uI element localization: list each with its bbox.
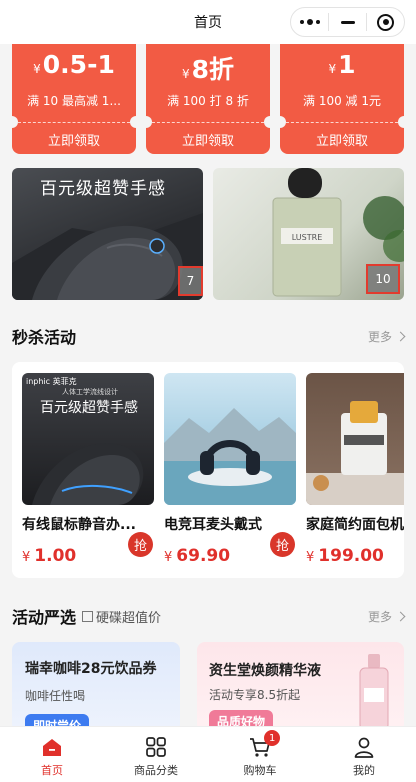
activity-subtitle: 咖啡任性喝 bbox=[25, 689, 86, 703]
product-name: 电竞耳麦头戴式 bbox=[164, 517, 262, 533]
product-card[interactable]: 家庭简约面包机 ¥199.00 bbox=[306, 373, 404, 566]
activity-header: 活动严选 硬碟超值价 更多 bbox=[12, 604, 406, 628]
claim-coupon-button[interactable]: 立即领取 bbox=[280, 130, 404, 149]
coupon-currency: ¥ bbox=[328, 62, 337, 76]
minimize-button[interactable] bbox=[329, 8, 366, 36]
tab-profile[interactable]: 我的 bbox=[312, 727, 416, 782]
bottom-tab-bar: 首页 商品分类 1 购物车 我的 bbox=[0, 726, 416, 782]
image-brand: inphic 英菲克 bbox=[26, 377, 77, 386]
coupon-value: 1 bbox=[338, 50, 356, 79]
banner-count-badge: 10 bbox=[366, 264, 400, 294]
price-value: 69.90 bbox=[176, 546, 231, 566]
coupon-value: 0.5-1 bbox=[42, 50, 115, 79]
coupon-card[interactable]: ¥0.5-1 满 10 最高减 1... 立即领取 bbox=[12, 44, 136, 154]
more-menu-button[interactable] bbox=[291, 8, 328, 36]
grab-button[interactable]: 抢 bbox=[270, 532, 295, 557]
coupon-condition: 满 10 最高减 1... bbox=[27, 94, 121, 108]
tab-label: 首页 bbox=[41, 764, 63, 777]
product-image: inphic 英菲克 人体工学流线设计 百元级超赞手感 bbox=[22, 373, 154, 505]
flash-sale-header: 秒杀活动 更多 bbox=[12, 324, 406, 348]
activity-card[interactable]: 资生堂焕颜精华液 活动专享8.5折起 品质好物 bbox=[197, 642, 404, 732]
grab-button[interactable]: 抢 bbox=[128, 532, 153, 557]
activity-card[interactable]: 瑞幸咖啡28元饮品券 咖啡任性喝 即时尝价 bbox=[12, 642, 180, 732]
user-icon bbox=[354, 737, 374, 758]
close-target-icon bbox=[377, 13, 394, 31]
tab-cart[interactable]: 1 购物车 bbox=[208, 727, 312, 782]
tab-home[interactable]: 首页 bbox=[0, 727, 104, 782]
checkbox-square-icon bbox=[82, 610, 94, 622]
claim-coupon-button[interactable]: 立即领取 bbox=[12, 130, 136, 149]
coupon-card[interactable]: ¥1 满 100 减 1元 立即领取 bbox=[280, 44, 404, 154]
price-currency: ¥ bbox=[22, 550, 31, 565]
banner-caption: 百元级超赞手感 bbox=[40, 179, 166, 199]
coupon-condition: 满 100 减 1元 bbox=[303, 94, 381, 108]
coupon-card[interactable]: ¥8折 满 100 打 8 折 立即领取 bbox=[146, 44, 270, 154]
chevron-right-icon bbox=[395, 331, 406, 341]
tab-label: 商品分类 bbox=[134, 764, 178, 777]
tab-categories[interactable]: 商品分类 bbox=[104, 727, 208, 782]
mouse-banner[interactable]: 百元级超赞手感 7 bbox=[12, 168, 203, 300]
activity-title: 资生堂焕颜精华液 bbox=[209, 663, 321, 679]
top-nav-bar: 首页 bbox=[0, 0, 416, 44]
price-value: 1.00 bbox=[34, 546, 77, 566]
activity-more-link[interactable]: 更多 bbox=[367, 608, 406, 625]
price-value: 199.00 bbox=[318, 546, 384, 566]
flash-sale-more-link[interactable]: 更多 bbox=[367, 328, 406, 345]
svg-text:LUSTRE: LUSTRE bbox=[292, 233, 323, 242]
product-name: 家庭简约面包机 bbox=[306, 517, 404, 533]
section-subtitle: 硬碟超值价 bbox=[82, 607, 161, 626]
activity-subtitle: 活动专享8.5折起 bbox=[209, 688, 301, 702]
more-label: 更多 bbox=[367, 329, 392, 344]
close-app-button[interactable] bbox=[367, 8, 404, 36]
product-name: 有线鼠标静音办... bbox=[22, 517, 136, 533]
product-price: ¥199.00 bbox=[306, 546, 404, 566]
coupon-value: 8折 bbox=[191, 55, 235, 84]
coupon-currency: ¥ bbox=[181, 67, 190, 81]
mini-program-capsule bbox=[290, 7, 405, 37]
section-title: 活动严选 bbox=[12, 608, 77, 627]
chevron-right-icon bbox=[395, 611, 406, 621]
tab-label: 购物车 bbox=[243, 764, 277, 777]
coupon-condition: 满 100 打 8 折 bbox=[167, 94, 249, 108]
product-image bbox=[164, 373, 296, 505]
cart-count-badge: 1 bbox=[264, 730, 281, 746]
flash-sale-panel: inphic 英菲克 人体工学流线设计 百元级超赞手感 有线鼠标静音办... ¥… bbox=[12, 362, 404, 578]
activity-title: 瑞幸咖啡28元饮品券 bbox=[25, 661, 157, 677]
more-dots-icon bbox=[299, 19, 320, 25]
home-icon bbox=[43, 739, 61, 756]
banner-count-badge: 7 bbox=[178, 266, 203, 296]
more-label: 更多 bbox=[367, 609, 392, 624]
claim-coupon-button[interactable]: 立即领取 bbox=[146, 130, 270, 149]
coupon-currency: ¥ bbox=[33, 62, 41, 76]
tab-label: 我的 bbox=[353, 764, 375, 777]
serum-bottle-image bbox=[359, 654, 389, 731]
perfume-banner[interactable]: LUSTRE 10 bbox=[213, 168, 404, 300]
image-caption: 百元级超赞手感 bbox=[40, 400, 138, 416]
banner-row: 百元级超赞手感 7 LUSTRE 10 bbox=[12, 168, 404, 300]
image-slogan: 人体工学流线设计 bbox=[62, 388, 118, 396]
coupon-list: ¥0.5-1 满 10 最高减 1... 立即领取 ¥8折 满 100 打 8 … bbox=[12, 44, 404, 154]
price-currency: ¥ bbox=[306, 550, 315, 565]
subtitle-text: 硬碟超值价 bbox=[96, 610, 162, 626]
grid-icon bbox=[146, 737, 166, 757]
section-title: 秒杀活动 bbox=[12, 328, 77, 347]
price-currency: ¥ bbox=[164, 550, 173, 565]
minimize-icon bbox=[340, 20, 355, 24]
product-image bbox=[306, 373, 404, 505]
